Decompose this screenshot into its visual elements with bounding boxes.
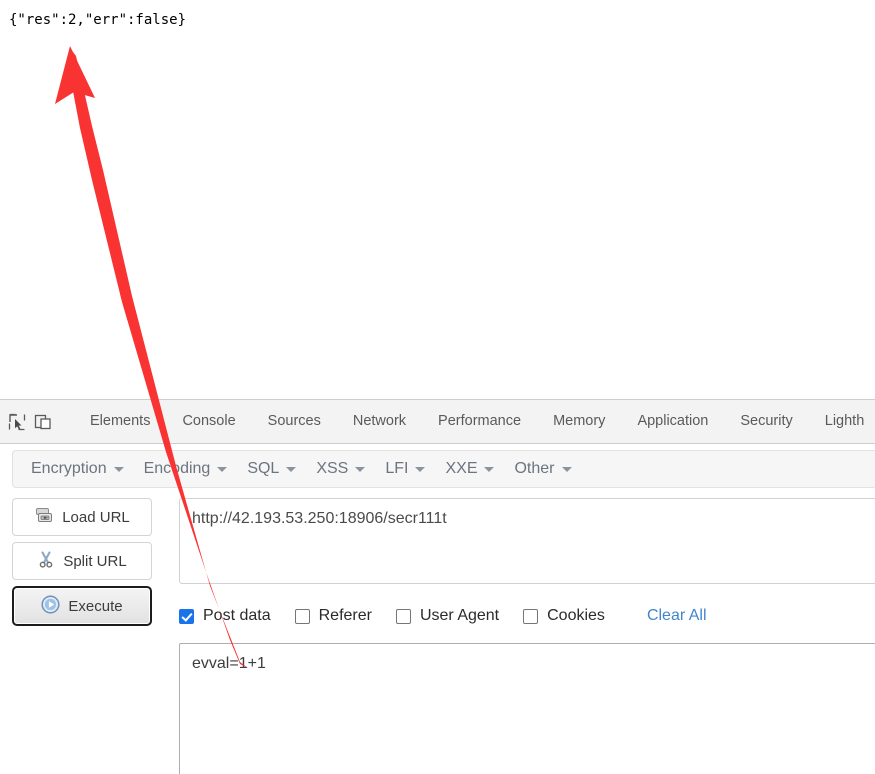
json-response-text: {"res":2,"err":false} (9, 12, 187, 28)
menu-encoding[interactable]: Encoding (134, 456, 238, 482)
devtools-tabs: Elements Console Sources Network Perform… (74, 400, 875, 443)
inspect-element-icon[interactable] (8, 408, 26, 436)
chevron-down-icon (484, 466, 495, 472)
post-data-label: Post data (203, 607, 271, 624)
chevron-down-icon (217, 466, 228, 472)
clear-all-link[interactable]: Clear All (647, 607, 707, 625)
execute-button[interactable]: Execute (12, 586, 152, 626)
hackbar-button-column: Load URL Split URL Execute (12, 498, 152, 632)
referer-label: Referer (318, 607, 372, 624)
load-url-icon (34, 507, 54, 528)
post-data-input[interactable]: evval=1+1 (179, 643, 875, 774)
tab-security[interactable]: Security (724, 400, 808, 443)
menu-encoding-label: Encoding (143, 460, 211, 477)
tab-console[interactable]: Console (166, 400, 251, 443)
chevron-down-icon (113, 466, 124, 472)
browser-page-viewport: {"res":2,"err":false} (0, 0, 875, 399)
checkbox-unchecked-icon[interactable] (294, 608, 310, 624)
menu-other-label: Other (514, 460, 555, 477)
menu-lfi[interactable]: LFI (375, 456, 435, 482)
menu-xxe-label: XXE (445, 460, 478, 477)
devtools-tab-bar: Elements Console Sources Network Perform… (0, 400, 875, 444)
tab-network[interactable]: Network (337, 400, 422, 443)
execute-label: Execute (68, 597, 123, 615)
load-url-button[interactable]: Load URL (12, 498, 152, 536)
user-agent-label: User Agent (419, 607, 500, 624)
menu-sql[interactable]: SQL (237, 456, 306, 482)
tab-memory[interactable]: Memory (537, 400, 621, 443)
checkbox-unchecked-icon[interactable] (523, 608, 539, 624)
chevron-down-icon (415, 466, 426, 472)
tab-application[interactable]: Application (621, 400, 724, 443)
menu-lfi-label: LFI (385, 460, 409, 477)
checkbox-checked-icon[interactable] (179, 608, 194, 624)
chevron-down-icon (561, 466, 572, 472)
hackbar-menu-bar: Encryption Encoding SQL XSS LFI XXE Othe… (12, 450, 875, 488)
hackbar-panel: Encryption Encoding SQL XSS LFI XXE Othe… (0, 444, 875, 774)
split-url-label: Split URL (63, 552, 127, 570)
menu-encryption[interactable]: Encryption (21, 456, 134, 482)
post-data-checkbox[interactable]: Post data (179, 607, 271, 625)
tab-sources[interactable]: Sources (252, 400, 337, 443)
tab-elements[interactable]: Elements (74, 400, 166, 443)
menu-other[interactable]: Other (504, 456, 581, 482)
hackbar-options-row: Post data Referer User Agent Cookies Cle… (179, 596, 875, 636)
chevron-down-icon (355, 466, 366, 472)
menu-xss-label: XSS (316, 460, 349, 477)
device-toolbar-icon[interactable] (34, 408, 52, 436)
tab-lighthouse[interactable]: Lighth (809, 400, 875, 443)
cookies-label: Cookies (547, 607, 605, 624)
load-url-label: Load URL (62, 508, 130, 526)
menu-encryption-label: Encryption (31, 460, 107, 477)
chevron-down-icon (286, 466, 297, 472)
play-icon (41, 594, 60, 618)
split-url-button[interactable]: Split URL (12, 542, 152, 580)
referer-checkbox[interactable]: Referer (294, 607, 372, 625)
menu-xxe[interactable]: XXE (435, 456, 504, 482)
tab-performance[interactable]: Performance (422, 400, 537, 443)
url-input[interactable]: http://42.193.53.250:18906/secr111t (179, 498, 875, 584)
screenshot-root: {"res":2,"err":false} Elements Console S… (0, 0, 875, 774)
user-agent-checkbox[interactable]: User Agent (395, 607, 500, 625)
devtools-panel: Elements Console Sources Network Perform… (0, 399, 875, 774)
menu-sql-label: SQL (247, 460, 280, 477)
scissors-icon (37, 550, 55, 572)
menu-xss[interactable]: XSS (306, 456, 375, 482)
cookies-checkbox[interactable]: Cookies (523, 607, 605, 625)
checkbox-unchecked-icon[interactable] (395, 608, 411, 624)
